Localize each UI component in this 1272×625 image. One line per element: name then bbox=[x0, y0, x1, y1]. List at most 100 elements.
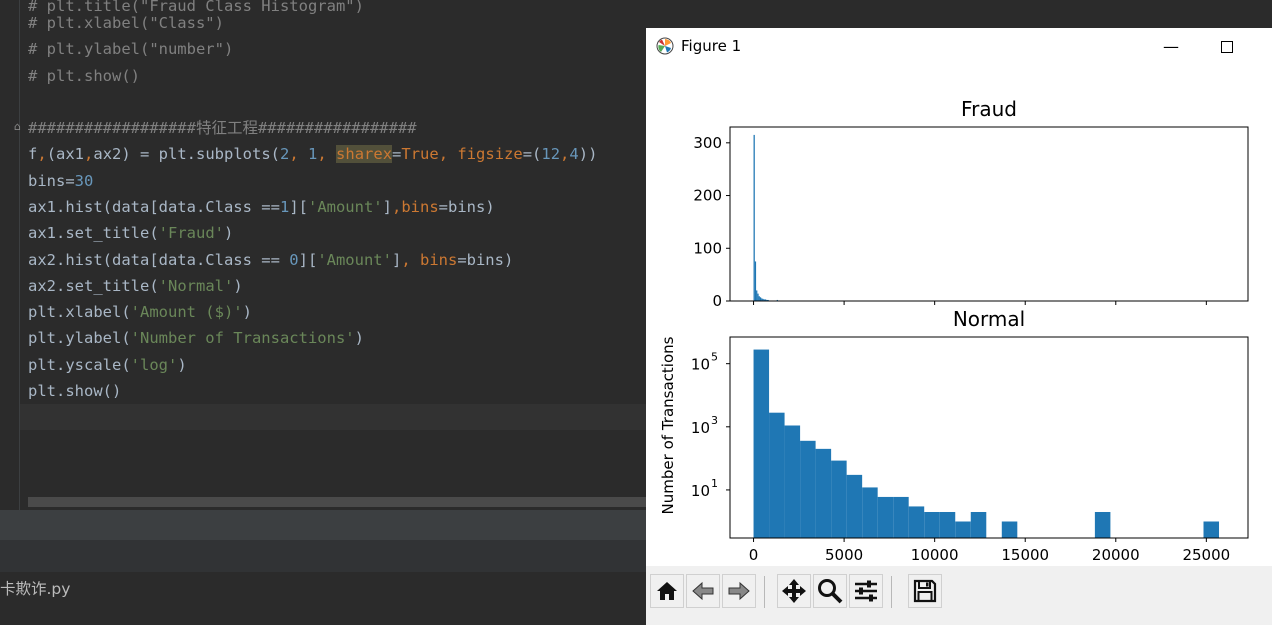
zoom-button[interactable] bbox=[813, 574, 847, 608]
code-token: (ax1 bbox=[46, 145, 85, 163]
editor-right-strip bbox=[1228, 0, 1272, 30]
code-token: 'Amount' bbox=[317, 251, 392, 269]
code-line[interactable]: ax1.set_title('Fraud') bbox=[28, 220, 233, 246]
code-token: , bbox=[438, 145, 458, 163]
toolbar-separator bbox=[891, 576, 892, 608]
subplots-button[interactable] bbox=[849, 574, 883, 608]
run-panel bbox=[0, 572, 646, 625]
x-tick-label: 15000 bbox=[1001, 546, 1049, 564]
histogram-bar bbox=[815, 448, 832, 538]
histogram-bar bbox=[970, 511, 987, 538]
code-token: , bbox=[560, 145, 570, 163]
y-tick-label: 200 bbox=[693, 187, 722, 205]
code-token: 0 bbox=[289, 251, 299, 269]
code-line[interactable]: bins=30 bbox=[28, 168, 93, 194]
histogram-bar bbox=[893, 496, 909, 538]
save-button[interactable] bbox=[908, 574, 942, 608]
y-tick-label: 10 bbox=[691, 482, 710, 500]
code-line[interactable]: # plt.ylabel("number") bbox=[28, 36, 233, 62]
code-token: , bbox=[317, 145, 337, 163]
code-token: 'log' bbox=[130, 356, 178, 374]
maximize-button[interactable] bbox=[1212, 32, 1242, 62]
chart-title: Normal bbox=[953, 307, 1025, 331]
histogram-bar bbox=[759, 297, 762, 301]
code-token: 'Fraud' bbox=[158, 224, 224, 242]
code-line[interactable]: plt.ylabel('Number of Transactions') bbox=[28, 325, 364, 351]
back-button[interactable] bbox=[686, 574, 720, 608]
x-tick-label: 0 bbox=[749, 546, 759, 564]
code-token: plt.yscale( bbox=[28, 356, 131, 374]
y-tick-exponent: 3 bbox=[711, 414, 718, 427]
y-tick-label: 10 bbox=[691, 419, 710, 437]
code-line[interactable]: ax1.hist(data[data.Class ==1]['Amount'],… bbox=[28, 194, 495, 220]
code-line[interactable]: plt.xlabel('Amount ($)') bbox=[28, 299, 252, 325]
code-token: # plt.show() bbox=[28, 67, 140, 85]
y-tick-exponent: 1 bbox=[711, 477, 718, 490]
forward-button[interactable] bbox=[722, 574, 756, 608]
home-button[interactable] bbox=[650, 574, 684, 608]
figure-title: Figure 1 bbox=[681, 37, 742, 55]
toolbar-separator bbox=[764, 576, 765, 608]
code-token: 12 bbox=[541, 145, 561, 163]
code-token: ) bbox=[233, 277, 243, 295]
histogram-bar bbox=[862, 487, 878, 538]
x-tick-label: 20000 bbox=[1092, 546, 1140, 564]
code-token: ) bbox=[177, 356, 187, 374]
fold-icon[interactable]: ⌂ bbox=[14, 120, 21, 133]
code-token: = bbox=[65, 172, 75, 190]
code-token: 'Normal' bbox=[158, 277, 234, 295]
code-token: 30 bbox=[74, 172, 94, 190]
code-token: , bbox=[391, 198, 402, 216]
y-tick-exponent: 5 bbox=[711, 351, 718, 364]
code-editor[interactable]: ⌂ # plt.title("Fraud Class Histogram") # … bbox=[0, 0, 646, 510]
histogram-bar bbox=[758, 296, 760, 301]
pan-button[interactable] bbox=[777, 574, 811, 608]
y-tick-label: 10 bbox=[691, 356, 710, 374]
histogram-bar bbox=[939, 511, 956, 538]
code-token: =bins) bbox=[457, 251, 514, 269]
code-token: f bbox=[28, 145, 38, 163]
histogram-bar bbox=[754, 261, 757, 301]
code-line[interactable]: # plt.show() bbox=[28, 63, 140, 89]
code-token: # plt.ylabel("number") bbox=[28, 40, 234, 58]
histogram-bar bbox=[908, 506, 925, 538]
horizontal-scrollbar[interactable] bbox=[28, 497, 646, 507]
code-token: 1 bbox=[279, 198, 290, 216]
code-token: plt.xlabel( bbox=[28, 303, 131, 321]
code-token: , bbox=[84, 145, 94, 163]
code-token: =( bbox=[522, 145, 542, 163]
maximize-icon bbox=[1221, 41, 1233, 53]
code-token: ][ bbox=[289, 198, 308, 216]
code-token: )) bbox=[578, 145, 598, 163]
histogram-bar bbox=[769, 412, 785, 538]
x-tick-label: 25000 bbox=[1182, 546, 1230, 564]
histogram-bar bbox=[757, 293, 759, 301]
code-token: 'Number of Transactions' bbox=[130, 329, 355, 347]
forward-icon bbox=[728, 581, 750, 601]
code-line[interactable]: plt.yscale('log') bbox=[28, 352, 187, 378]
code-token: 'Amount' bbox=[307, 198, 383, 216]
code-line[interactable]: f,(ax1,ax2) = plt.subplots(2, 1, sharex=… bbox=[28, 141, 597, 167]
code-token: 2 bbox=[280, 145, 290, 163]
histogram-bar bbox=[753, 349, 770, 538]
matplotlib-logo-icon bbox=[656, 37, 674, 55]
current-line-highlight bbox=[20, 404, 646, 430]
histogram-bar bbox=[831, 460, 847, 538]
histogram-bar bbox=[924, 511, 940, 538]
save-icon bbox=[913, 579, 937, 603]
run-file-tab[interactable]: 卡欺诈.py bbox=[0, 577, 70, 599]
code-line[interactable]: ax2.set_title('Normal') bbox=[28, 273, 243, 299]
code-line[interactable]: plt.show() bbox=[28, 378, 121, 404]
code-token: = bbox=[392, 145, 402, 163]
code-token: sharex bbox=[336, 145, 393, 163]
minimize-button[interactable]: — bbox=[1156, 32, 1186, 62]
code-token: bins bbox=[419, 251, 458, 269]
figure-canvas[interactable]: Fraud0100200300Normal10 110 310 50 5000 10000… bbox=[646, 66, 1272, 566]
chart-title: Fraud bbox=[961, 97, 1017, 121]
home-icon bbox=[657, 582, 677, 600]
code-line[interactable]: ##################特征工程################# bbox=[28, 115, 417, 141]
code-line[interactable]: ax2.hist(data[data.Class == 0]['Amount']… bbox=[28, 247, 513, 273]
code-token: bins bbox=[28, 172, 66, 190]
code-line[interactable]: # plt.xlabel("Class") bbox=[28, 10, 224, 36]
code-token: ax1.set_title( bbox=[28, 224, 159, 242]
